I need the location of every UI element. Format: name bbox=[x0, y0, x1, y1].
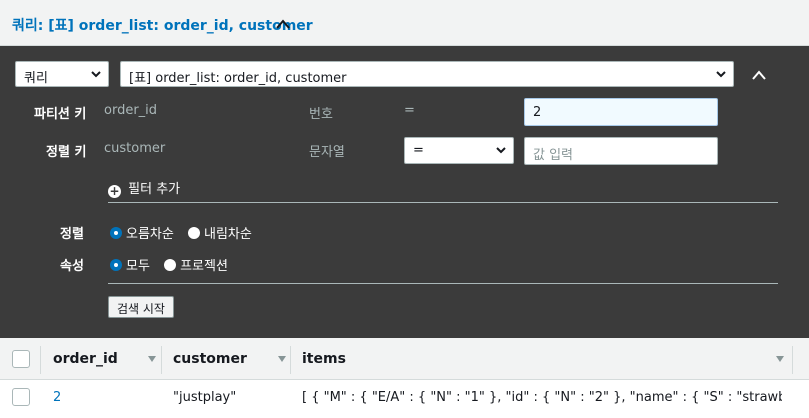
sort-key-value-input[interactable]: 값 입력 bbox=[524, 137, 718, 165]
radio-ascending-label: 오름차순 bbox=[126, 227, 174, 242]
partition-key-value-input[interactable]: 2 bbox=[524, 98, 718, 126]
partition-key-name: order_id bbox=[104, 103, 158, 118]
sort-order-radio-group: 오름차순 내림차순 bbox=[110, 223, 262, 242]
form-divider bbox=[108, 283, 778, 284]
select-all-checkbox[interactable] bbox=[12, 350, 30, 368]
cell-customer: "justplay" bbox=[173, 390, 237, 405]
radio-unchecked-icon bbox=[164, 259, 177, 271]
radio-descending-label: 내림차순 bbox=[203, 227, 252, 242]
sort-key-type: 문자열 bbox=[309, 145, 345, 160]
form-divider bbox=[108, 202, 778, 203]
results-table-header: order_id customer items bbox=[0, 338, 809, 380]
radio-checked-icon bbox=[110, 259, 122, 271]
query-header[interactable]: 쿼리: [표] order_list: order_id, customer bbox=[0, 0, 809, 46]
add-filter-label: 필터 추가 bbox=[128, 182, 181, 197]
partition-key-type: 번호 bbox=[309, 107, 333, 122]
chevron-up-icon[interactable] bbox=[276, 19, 290, 29]
column-separator[interactable] bbox=[161, 346, 162, 374]
chevron-down-icon bbox=[716, 71, 726, 78]
row-checkbox[interactable] bbox=[12, 388, 30, 406]
column-header-items[interactable]: items bbox=[302, 338, 792, 380]
sort-caret-icon[interactable] bbox=[278, 356, 286, 362]
query-title[interactable]: 쿼리: [표] order_list: order_id, customer bbox=[12, 15, 313, 35]
chevron-down-icon bbox=[91, 71, 101, 78]
column-header-order-id[interactable]: order_id bbox=[53, 338, 161, 380]
partition-key-operator: = bbox=[404, 103, 415, 118]
radio-all-label: 모두 bbox=[126, 259, 150, 274]
column-header-customer[interactable]: customer bbox=[173, 338, 290, 380]
plus-circle-icon: + bbox=[108, 184, 121, 198]
table-row[interactable]: 2 "justplay" [ { "M" : { "E/A" : { "N" :… bbox=[0, 380, 809, 418]
column-separator[interactable] bbox=[290, 346, 291, 374]
column-separator[interactable] bbox=[792, 346, 793, 374]
collapse-chevron-up-icon[interactable] bbox=[752, 70, 766, 80]
sort-key-operator-select[interactable]: = bbox=[404, 137, 514, 164]
cell-order-id[interactable]: 2 bbox=[53, 390, 61, 405]
target-select[interactable]: [표] order_list: order_id, customer bbox=[120, 61, 734, 87]
column-separator bbox=[40, 346, 41, 374]
partition-key-label: 파티션 키 bbox=[34, 107, 87, 122]
column-header-label: items bbox=[302, 351, 346, 367]
mode-select-value: 쿼리 bbox=[24, 71, 48, 86]
add-filter-link[interactable]: + 필터 추가 bbox=[108, 178, 180, 198]
sort-key-name: customer bbox=[104, 141, 166, 156]
column-header-label: customer bbox=[173, 351, 247, 367]
sort-key-value-placeholder: 값 입력 bbox=[533, 148, 574, 163]
radio-unchecked-icon bbox=[187, 227, 200, 239]
sort-caret-icon[interactable] bbox=[776, 356, 784, 362]
attributes-label: 속성 bbox=[60, 259, 84, 274]
radio-all[interactable]: 모두 bbox=[110, 255, 150, 274]
start-search-button[interactable]: 검색 시작 bbox=[108, 296, 174, 318]
query-form-panel: 쿼리 [표] order_list: order_id, customer 파티… bbox=[0, 46, 809, 338]
column-header-label: order_id bbox=[53, 351, 118, 367]
sort-order-label: 정렬 bbox=[60, 227, 84, 242]
radio-projection[interactable]: 프로젝션 bbox=[164, 255, 228, 274]
mode-select[interactable]: 쿼리 bbox=[15, 61, 109, 87]
sort-key-label: 정렬 키 bbox=[46, 145, 87, 160]
partition-key-value: 2 bbox=[533, 105, 542, 120]
radio-checked-icon bbox=[110, 227, 122, 239]
target-select-value: [표] order_list: order_id, customer bbox=[129, 71, 347, 86]
radio-ascending[interactable]: 오름차순 bbox=[110, 223, 174, 242]
cell-items: [ { "M" : { "E/A" : { "N" : "1" }, "id" … bbox=[302, 390, 782, 405]
radio-descending[interactable]: 내림차순 bbox=[187, 223, 252, 242]
sort-caret-icon[interactable] bbox=[148, 356, 156, 362]
attributes-radio-group: 모두 프로젝션 bbox=[110, 255, 238, 274]
radio-projection-label: 프로젝션 bbox=[180, 259, 228, 274]
chevron-down-icon bbox=[496, 147, 506, 154]
sort-key-operator-value: = bbox=[413, 143, 424, 158]
